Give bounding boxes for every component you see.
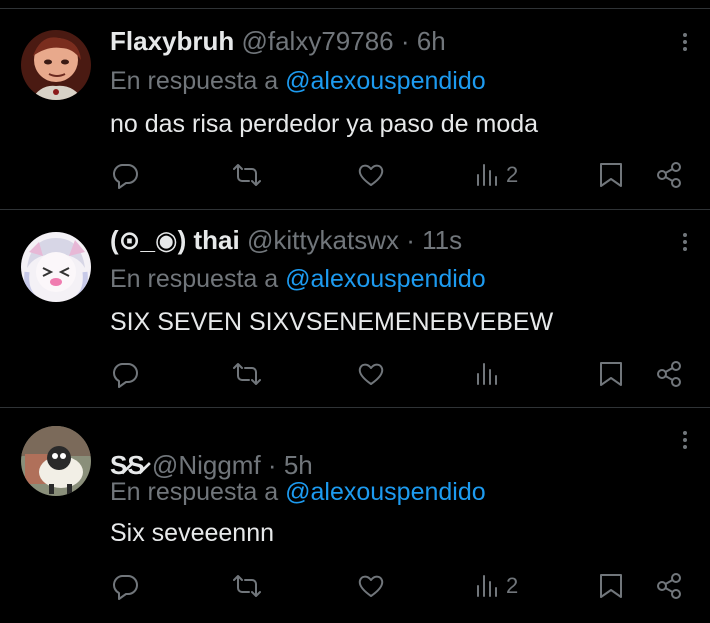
share-icon (657, 162, 681, 188)
retweet-icon (233, 575, 261, 597)
tweet-header: Flaxybruh @falxy79786 · 6h (110, 24, 650, 58)
like-button[interactable] (357, 354, 385, 394)
retweet-icon (233, 363, 261, 385)
views-button[interactable] (474, 354, 506, 394)
retweet-button[interactable] (233, 155, 261, 195)
avatar-image (21, 232, 91, 302)
reply-mention-link[interactable]: @alexouspendido (285, 265, 486, 293)
more-icon[interactable] (676, 428, 694, 454)
separator-dot: · (400, 26, 410, 56)
views-icon (477, 164, 497, 186)
avatar-image (21, 426, 91, 496)
reply-button[interactable] (111, 155, 139, 195)
user-handle[interactable]: @kittykatswx (247, 225, 399, 255)
bookmark-icon (600, 574, 622, 598)
tweet[interactable]: (⊙_◉) thai @kittykatswx · 11s En respues… (0, 210, 710, 408)
reply-mention-link[interactable]: @alexouspendido (285, 67, 486, 95)
tweet[interactable]: Flaxybruh @falxy79786 · 6h En respuesta … (0, 10, 710, 210)
heart-icon (358, 575, 384, 597)
bookmark-icon (600, 163, 622, 187)
retweet-icon (233, 164, 261, 186)
avatar[interactable] (21, 426, 91, 496)
tweet-text: Six seveeennn (110, 519, 275, 547)
avatar-image (21, 30, 91, 100)
bookmark-button[interactable] (597, 566, 625, 606)
timestamp[interactable]: 6h (417, 26, 446, 56)
separator-dot: · (406, 225, 415, 255)
reply-button[interactable] (111, 566, 139, 606)
top-divider (0, 8, 710, 9)
retweet-button[interactable] (233, 566, 261, 606)
more-icon[interactable] (676, 230, 694, 256)
reply-context: En respuesta a @alexouspendido (110, 262, 486, 296)
share-icon (657, 573, 681, 599)
tweet-header: (⊙_◉) thai @kittykatswx · 11s (110, 223, 650, 257)
reply-mention-link[interactable]: @alexouspendido (285, 478, 486, 506)
retweet-button[interactable] (233, 354, 261, 394)
heart-icon (358, 164, 384, 186)
tweet-text: no das risa perdedor ya paso de moda (110, 110, 539, 138)
reply-icon (113, 164, 138, 189)
views-button[interactable]: 2 (474, 566, 518, 606)
tweet[interactable]: S̷S̷ @Niggmf · 5h En respuesta a @alexou… (0, 408, 710, 623)
user-handle[interactable]: @falxy79786 (241, 26, 393, 56)
reply-button[interactable] (111, 354, 139, 394)
bookmark-icon (600, 362, 622, 386)
share-button[interactable] (655, 566, 683, 606)
reply-prefix: En respuesta a (110, 478, 279, 506)
bookmark-button[interactable] (597, 155, 625, 195)
reply-icon (113, 575, 138, 600)
views-icon (477, 363, 497, 385)
avatar[interactable] (21, 30, 91, 100)
views-icon (477, 575, 497, 597)
action-bar: 2 (0, 155, 710, 195)
more-icon[interactable] (676, 30, 694, 56)
like-button[interactable] (357, 155, 385, 195)
share-button[interactable] (655, 155, 683, 195)
timestamp[interactable]: 11s (422, 225, 462, 255)
display-name[interactable]: Flaxybruh (110, 26, 234, 56)
share-icon (657, 361, 681, 387)
action-bar (0, 354, 710, 394)
view-count: 2 (506, 573, 519, 598)
reply-icon (113, 363, 138, 388)
avatar[interactable] (21, 232, 91, 302)
like-button[interactable] (357, 566, 385, 606)
tweet-text: SIX SEVEN SIXVSENEMENEBVEBEW (110, 308, 554, 336)
bookmark-button[interactable] (597, 354, 625, 394)
heart-icon (358, 363, 384, 385)
share-button[interactable] (655, 354, 683, 394)
display-name[interactable]: (⊙_◉) thai (110, 225, 240, 255)
views-button[interactable]: 2 (474, 155, 518, 195)
reply-context: En respuesta a @alexouspendido (110, 64, 486, 98)
view-count: 2 (506, 162, 519, 187)
reply-prefix: En respuesta a (110, 265, 279, 293)
reply-context: En respuesta a @alexouspendido (110, 475, 486, 509)
action-bar: 2 (0, 566, 710, 606)
reply-prefix: En respuesta a (110, 67, 279, 95)
